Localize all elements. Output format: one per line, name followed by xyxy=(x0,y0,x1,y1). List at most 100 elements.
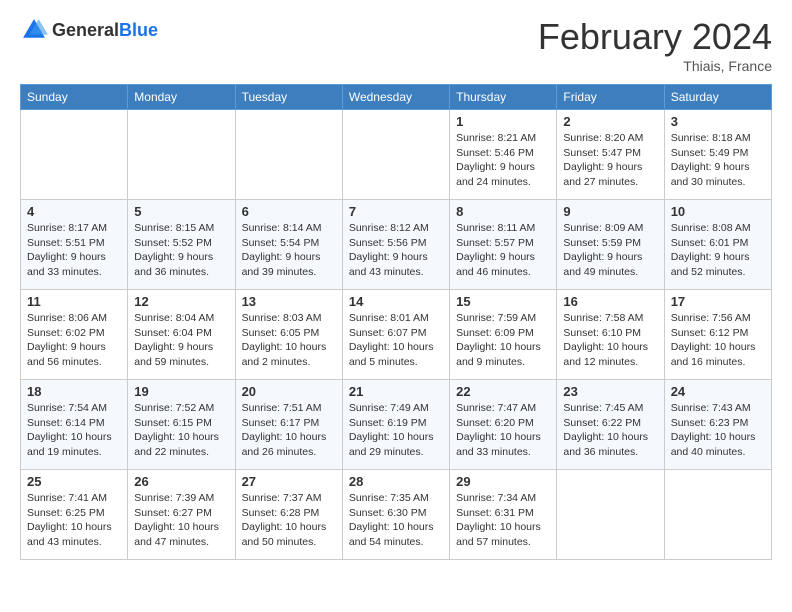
day-number: 14 xyxy=(349,294,443,309)
day-info: Sunrise: 8:11 AMSunset: 5:57 PMDaylight:… xyxy=(456,221,550,280)
location: Thiais, France xyxy=(538,58,772,74)
day-info: Sunrise: 7:43 AMSunset: 6:23 PMDaylight:… xyxy=(671,401,765,460)
day-cell-3: 3 Sunrise: 8:18 AMSunset: 5:49 PMDaylight… xyxy=(664,110,771,200)
day-cell-11: 11 Sunrise: 8:06 AMSunset: 6:02 PMDayligh… xyxy=(21,290,128,380)
day-number: 20 xyxy=(242,384,336,399)
empty-cell xyxy=(21,110,128,200)
day-number: 3 xyxy=(671,114,765,129)
day-info: Sunrise: 7:35 AMSunset: 6:30 PMDaylight:… xyxy=(349,491,443,550)
day-cell-20: 20 Sunrise: 7:51 AMSunset: 6:17 PMDayligh… xyxy=(235,380,342,470)
day-number: 19 xyxy=(134,384,228,399)
day-number: 10 xyxy=(671,204,765,219)
day-cell-25: 25 Sunrise: 7:41 AMSunset: 6:25 PMDayligh… xyxy=(21,470,128,560)
day-cell-24: 24 Sunrise: 7:43 AMSunset: 6:23 PMDayligh… xyxy=(664,380,771,470)
month-title: February 2024 xyxy=(538,16,772,58)
day-cell-15: 15 Sunrise: 7:59 AMSunset: 6:09 PMDayligh… xyxy=(450,290,557,380)
day-info: Sunrise: 8:03 AMSunset: 6:05 PMDaylight:… xyxy=(242,311,336,370)
weekday-header-friday: Friday xyxy=(557,85,664,110)
weekday-header-tuesday: Tuesday xyxy=(235,85,342,110)
week-row-3: 11 Sunrise: 8:06 AMSunset: 6:02 PMDayligh… xyxy=(21,290,772,380)
empty-cell xyxy=(235,110,342,200)
day-cell-1: 1 Sunrise: 8:21 AMSunset: 5:46 PMDaylight… xyxy=(450,110,557,200)
calendar-table: SundayMondayTuesdayWednesdayThursdayFrid… xyxy=(20,84,772,560)
day-cell-4: 4 Sunrise: 8:17 AMSunset: 5:51 PMDaylight… xyxy=(21,200,128,290)
day-number: 26 xyxy=(134,474,228,489)
day-info: Sunrise: 7:49 AMSunset: 6:19 PMDaylight:… xyxy=(349,401,443,460)
day-cell-10: 10 Sunrise: 8:08 AMSunset: 6:01 PMDayligh… xyxy=(664,200,771,290)
day-cell-28: 28 Sunrise: 7:35 AMSunset: 6:30 PMDayligh… xyxy=(342,470,449,560)
logo-general: General xyxy=(52,20,119,40)
empty-cell xyxy=(128,110,235,200)
day-number: 23 xyxy=(563,384,657,399)
day-cell-19: 19 Sunrise: 7:52 AMSunset: 6:15 PMDayligh… xyxy=(128,380,235,470)
day-cell-22: 22 Sunrise: 7:47 AMSunset: 6:20 PMDayligh… xyxy=(450,380,557,470)
day-cell-16: 16 Sunrise: 7:58 AMSunset: 6:10 PMDayligh… xyxy=(557,290,664,380)
day-cell-29: 29Sunrise: 7:34 AMSunset: 6:31 PMDayligh… xyxy=(450,470,557,560)
day-info: Sunrise: 7:39 AMSunset: 6:27 PMDaylight:… xyxy=(134,491,228,550)
day-number: 4 xyxy=(27,204,121,219)
day-number: 6 xyxy=(242,204,336,219)
day-cell-5: 5 Sunrise: 8:15 AMSunset: 5:52 PMDaylight… xyxy=(128,200,235,290)
empty-cell xyxy=(557,470,664,560)
day-cell-27: 27 Sunrise: 7:37 AMSunset: 6:28 PMDayligh… xyxy=(235,470,342,560)
logo-wordmark: GeneralBlue xyxy=(52,20,158,41)
day-number: 8 xyxy=(456,204,550,219)
day-info: Sunrise: 8:01 AMSunset: 6:07 PMDaylight:… xyxy=(349,311,443,370)
day-cell-8: 8 Sunrise: 8:11 AMSunset: 5:57 PMDaylight… xyxy=(450,200,557,290)
day-info: Sunrise: 7:59 AMSunset: 6:09 PMDaylight:… xyxy=(456,311,550,370)
weekday-header-saturday: Saturday xyxy=(664,85,771,110)
page-header: GeneralBlue February 2024 Thiais, France xyxy=(20,16,772,74)
day-info: Sunrise: 8:12 AMSunset: 5:56 PMDaylight:… xyxy=(349,221,443,280)
day-number: 27 xyxy=(242,474,336,489)
day-info: Sunrise: 8:17 AMSunset: 5:51 PMDaylight:… xyxy=(27,221,121,280)
day-cell-18: 18 Sunrise: 7:54 AMSunset: 6:14 PMDayligh… xyxy=(21,380,128,470)
logo-blue: Blue xyxy=(119,20,158,40)
day-number: 16 xyxy=(563,294,657,309)
day-number: 1 xyxy=(456,114,550,129)
day-number: 25 xyxy=(27,474,121,489)
day-number: 13 xyxy=(242,294,336,309)
day-info: Sunrise: 8:09 AMSunset: 5:59 PMDaylight:… xyxy=(563,221,657,280)
logo: GeneralBlue xyxy=(20,16,158,44)
day-cell-9: 9 Sunrise: 8:09 AMSunset: 5:59 PMDaylight… xyxy=(557,200,664,290)
weekday-header-row: SundayMondayTuesdayWednesdayThursdayFrid… xyxy=(21,85,772,110)
day-info: Sunrise: 8:14 AMSunset: 5:54 PMDaylight:… xyxy=(242,221,336,280)
day-number: 5 xyxy=(134,204,228,219)
day-info: Sunrise: 8:15 AMSunset: 5:52 PMDaylight:… xyxy=(134,221,228,280)
day-info: Sunrise: 7:54 AMSunset: 6:14 PMDaylight:… xyxy=(27,401,121,460)
day-info: Sunrise: 7:41 AMSunset: 6:25 PMDaylight:… xyxy=(27,491,121,550)
weekday-header-monday: Monday xyxy=(128,85,235,110)
day-info: Sunrise: 7:45 AMSunset: 6:22 PMDaylight:… xyxy=(563,401,657,460)
day-info: Sunrise: 8:21 AMSunset: 5:46 PMDaylight:… xyxy=(456,131,550,190)
day-info: Sunrise: 7:37 AMSunset: 6:28 PMDaylight:… xyxy=(242,491,336,550)
day-number: 17 xyxy=(671,294,765,309)
day-cell-14: 14 Sunrise: 8:01 AMSunset: 6:07 PMDayligh… xyxy=(342,290,449,380)
empty-cell xyxy=(342,110,449,200)
day-number: 9 xyxy=(563,204,657,219)
day-cell-6: 6 Sunrise: 8:14 AMSunset: 5:54 PMDaylight… xyxy=(235,200,342,290)
week-row-2: 4 Sunrise: 8:17 AMSunset: 5:51 PMDaylight… xyxy=(21,200,772,290)
day-info: Sunrise: 8:18 AMSunset: 5:49 PMDaylight:… xyxy=(671,131,765,190)
day-cell-21: 21Sunrise: 7:49 AMSunset: 6:19 PMDayligh… xyxy=(342,380,449,470)
day-info: Sunrise: 8:08 AMSunset: 6:01 PMDaylight:… xyxy=(671,221,765,280)
day-info: Sunrise: 7:52 AMSunset: 6:15 PMDaylight:… xyxy=(134,401,228,460)
empty-cell xyxy=(664,470,771,560)
day-number: 12 xyxy=(134,294,228,309)
day-info: Sunrise: 7:58 AMSunset: 6:10 PMDaylight:… xyxy=(563,311,657,370)
day-info: Sunrise: 7:34 AMSunset: 6:31 PMDaylight:… xyxy=(456,491,550,550)
day-number: 7 xyxy=(349,204,443,219)
day-cell-17: 17 Sunrise: 7:56 AMSunset: 6:12 PMDayligh… xyxy=(664,290,771,380)
day-cell-7: 7 Sunrise: 8:12 AMSunset: 5:56 PMDaylight… xyxy=(342,200,449,290)
day-number: 18 xyxy=(27,384,121,399)
day-number: 28 xyxy=(349,474,443,489)
day-number: 11 xyxy=(27,294,121,309)
day-info: Sunrise: 7:47 AMSunset: 6:20 PMDaylight:… xyxy=(456,401,550,460)
day-info: Sunrise: 7:51 AMSunset: 6:17 PMDaylight:… xyxy=(242,401,336,460)
day-number: 22 xyxy=(456,384,550,399)
day-info: Sunrise: 8:06 AMSunset: 6:02 PMDaylight:… xyxy=(27,311,121,370)
day-number: 24 xyxy=(671,384,765,399)
day-number: 15 xyxy=(456,294,550,309)
day-cell-26: 26 Sunrise: 7:39 AMSunset: 6:27 PMDayligh… xyxy=(128,470,235,560)
day-info: Sunrise: 7:56 AMSunset: 6:12 PMDaylight:… xyxy=(671,311,765,370)
logo-icon xyxy=(20,16,48,44)
